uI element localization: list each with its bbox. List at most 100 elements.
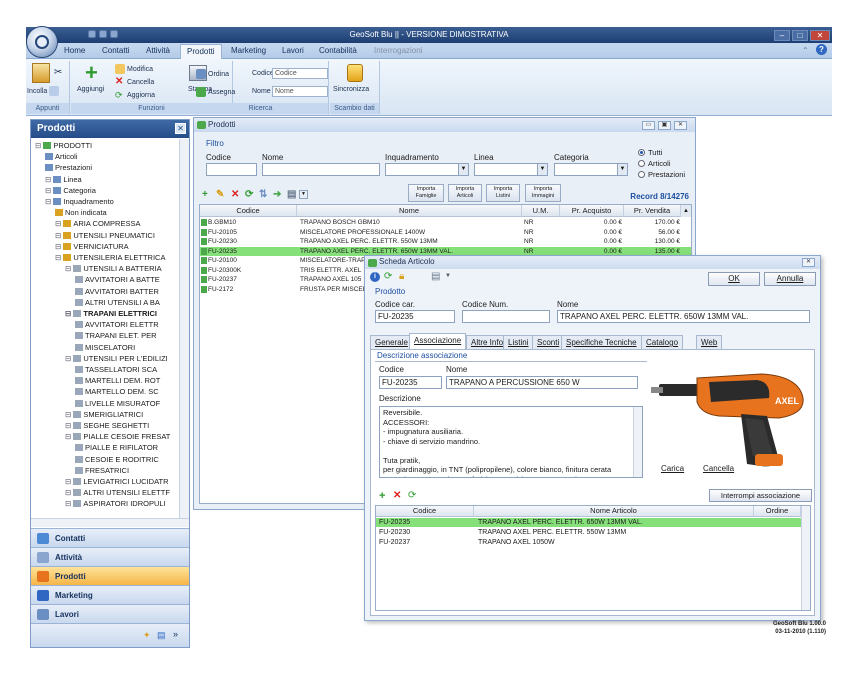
tree-node[interactable]: ⊟ UTENSILI PNEUMATICI bbox=[55, 231, 155, 240]
aggiorna-button[interactable]: ⟳ Aggiorna bbox=[115, 90, 155, 100]
tree-node[interactable]: MARTELLI DEM. ROT bbox=[75, 376, 160, 385]
tab-catalogo[interactable]: Catalogo bbox=[641, 335, 684, 349]
tab-interrogazioni[interactable]: Interrogazioni bbox=[374, 46, 422, 55]
column-header-acquisto[interactable]: Pr. Acquisto bbox=[560, 205, 624, 217]
expander-icon[interactable]: ⊟ bbox=[65, 477, 73, 486]
sort-icon[interactable]: ⇅ bbox=[259, 190, 269, 200]
tree-node[interactable]: ⊟ PIALLE CESOIE FRESAT bbox=[65, 432, 170, 441]
nav-contatti[interactable]: Contatti bbox=[31, 528, 189, 547]
chevron-down-icon[interactable]: » bbox=[173, 629, 178, 639]
importa-articoli-button[interactable]: Importa Articoli bbox=[448, 184, 482, 202]
tree-node[interactable]: PIALLE E RIFILATOR bbox=[75, 443, 158, 452]
close-button[interactable]: ✕ bbox=[674, 121, 687, 130]
tab-sconti[interactable]: Sconti bbox=[532, 335, 565, 349]
tab-lavori[interactable]: Lavori bbox=[282, 46, 304, 55]
tree-node[interactable]: ⊟ Categoria bbox=[45, 186, 96, 195]
close-button[interactable]: ✕ bbox=[810, 30, 830, 41]
column-header-vendita[interactable]: Pr. Vendita bbox=[624, 205, 681, 217]
carica-link[interactable]: Carica bbox=[661, 464, 684, 473]
codice-car-input[interactable]: FU-20235 bbox=[375, 310, 455, 323]
expander-icon[interactable]: ⊟ bbox=[55, 242, 63, 251]
tree-node[interactable]: TASSELLATORI SCA bbox=[75, 365, 157, 374]
linea-select[interactable]: ▼ bbox=[474, 163, 548, 176]
chevron-up-icon[interactable]: ▲ bbox=[681, 205, 691, 217]
tree-node[interactable]: TRAPANI ELET. PER bbox=[75, 331, 157, 340]
nav-attivit[interactable]: Attività bbox=[31, 547, 189, 566]
assign-icon[interactable]: ➜ bbox=[273, 190, 283, 200]
tree-node[interactable]: FRESATRICI bbox=[75, 466, 129, 475]
assoc-codice-input[interactable]: FU-20235 bbox=[379, 376, 442, 389]
nav-marketing[interactable]: Marketing bbox=[31, 585, 189, 604]
chevron-up-icon[interactable]: ⌃ bbox=[802, 46, 809, 55]
filter-nome-input[interactable] bbox=[262, 163, 380, 176]
expander-icon[interactable]: ⊟ bbox=[65, 432, 73, 441]
importa-immagini-button[interactable]: Importa Immagini bbox=[525, 184, 561, 202]
chevron-down-icon[interactable]: ▼ bbox=[299, 190, 308, 199]
sincronizza-button[interactable]: Sincronizza bbox=[333, 86, 369, 93]
tab-marketing[interactable]: Marketing bbox=[231, 46, 266, 55]
tree-node[interactable]: AVVITATORI BATTER bbox=[75, 287, 159, 296]
column-header-nome-articolo[interactable]: Nome Articolo bbox=[474, 506, 754, 517]
filter-codice-input[interactable] bbox=[206, 163, 257, 176]
annulla-button[interactable]: Annulla bbox=[764, 272, 816, 286]
importa-listini-button[interactable]: Importa Listini bbox=[486, 184, 520, 202]
column-header-ordine[interactable]: Ordine bbox=[754, 506, 801, 517]
column-header-codice[interactable]: Codice bbox=[376, 506, 474, 517]
vertical-scrollbar[interactable] bbox=[179, 139, 189, 519]
expander-icon[interactable]: ⊟ bbox=[65, 488, 73, 497]
codice-num-input[interactable] bbox=[462, 310, 550, 323]
close-icon[interactable]: ✕ bbox=[175, 123, 186, 134]
tab-specifichetecniche[interactable]: Specifiche Tecniche bbox=[561, 335, 642, 349]
close-button[interactable]: ✕ bbox=[802, 258, 815, 267]
help-icon[interactable]: ? bbox=[816, 44, 827, 55]
expander-icon[interactable]: ⊟ bbox=[45, 175, 53, 184]
paste-icon[interactable] bbox=[32, 63, 50, 83]
app-menu-button[interactable] bbox=[26, 26, 58, 58]
add-icon[interactable]: + bbox=[85, 62, 98, 84]
assoc-nome-input[interactable]: TRAPANO A PERCUSSIONE 650 W bbox=[446, 376, 638, 389]
table-row[interactable]: FU-20230 TRAPANO AXEL PERC. ELETTR. 550W … bbox=[200, 237, 691, 246]
cancella-link[interactable]: Cancella bbox=[703, 464, 734, 473]
tree-node[interactable]: ⊟ TRAPANI ELETTRICI bbox=[65, 309, 157, 318]
category-tree[interactable]: ⊟ PRODOTTI Articoli Prestazioni ⊟ Linea ⊟ … bbox=[31, 139, 179, 519]
tree-node[interactable]: ⊟ VERNICIATURA bbox=[55, 242, 129, 251]
ordina-button[interactable]: Ordina bbox=[196, 69, 229, 79]
tab-web[interactable]: Web bbox=[696, 335, 723, 349]
refresh-icon[interactable]: ⟳ bbox=[245, 190, 255, 200]
cancella-button[interactable]: ✕ Cancella bbox=[115, 77, 154, 87]
horizontal-scrollbar[interactable] bbox=[31, 518, 189, 527]
column-header-codice[interactable]: Codice bbox=[200, 205, 297, 217]
star-icon[interactable]: ✦ bbox=[143, 630, 151, 641]
tree-node[interactable]: ⊟ SMERIGLIATRICI bbox=[65, 410, 143, 419]
sync-icon[interactable] bbox=[347, 64, 363, 82]
radio-tutti[interactable]: Tutti bbox=[638, 148, 662, 157]
expander-icon[interactable]: ⊟ bbox=[55, 231, 63, 240]
categoria-select[interactable]: ▼ bbox=[554, 163, 628, 176]
add-icon[interactable]: + bbox=[202, 190, 212, 200]
interrompi-associazione-button[interactable]: Interrompi associazione bbox=[709, 489, 812, 502]
expander-icon[interactable]: ⊟ bbox=[65, 421, 73, 430]
vertical-scrollbar[interactable] bbox=[801, 506, 810, 610]
tree-node[interactable]: ⊟ LEVIGATRICI LUCIDATR bbox=[65, 477, 169, 486]
chevron-down-icon[interactable]: ▼ bbox=[445, 273, 451, 279]
refresh-icon[interactable]: ⟳ bbox=[408, 490, 416, 501]
tree-node[interactable]: MARTELLO DEM. SC bbox=[75, 387, 159, 396]
tree-node[interactable]: MISCELATORI bbox=[75, 343, 135, 352]
inquadramento-select[interactable]: ▼ bbox=[385, 163, 469, 176]
tree-node[interactable]: ⊟ PRODOTTI bbox=[35, 141, 92, 150]
tab-altreinfo[interactable]: Altre Info bbox=[466, 335, 509, 349]
column-header-um[interactable]: U.M. bbox=[522, 205, 560, 217]
tree-node[interactable]: ⊟ Inquadramento bbox=[45, 197, 114, 206]
radio-articoli[interactable]: Articoli bbox=[638, 159, 671, 168]
aggiungi-button[interactable]: Aggiungi bbox=[77, 86, 104, 93]
refresh-icon[interactable]: ⟳ bbox=[384, 271, 392, 282]
expander-icon[interactable]: ⊟ bbox=[65, 499, 73, 508]
modifica-button[interactable]: Modifica bbox=[115, 64, 153, 74]
edit-icon[interactable]: ✎ bbox=[216, 190, 226, 200]
tree-node[interactable]: ⊟ UTENSILERIA ELETTRICA bbox=[55, 253, 165, 262]
tab-prodotti[interactable]: Prodotti bbox=[180, 44, 222, 59]
expander-icon[interactable]: ⊟ bbox=[55, 253, 63, 262]
tree-node[interactable]: ⊟ Linea bbox=[45, 175, 82, 184]
maximize-button[interactable]: ▣ bbox=[658, 121, 671, 130]
tree-node[interactable]: ⊟ ARIA COMPRESSA bbox=[55, 219, 140, 228]
